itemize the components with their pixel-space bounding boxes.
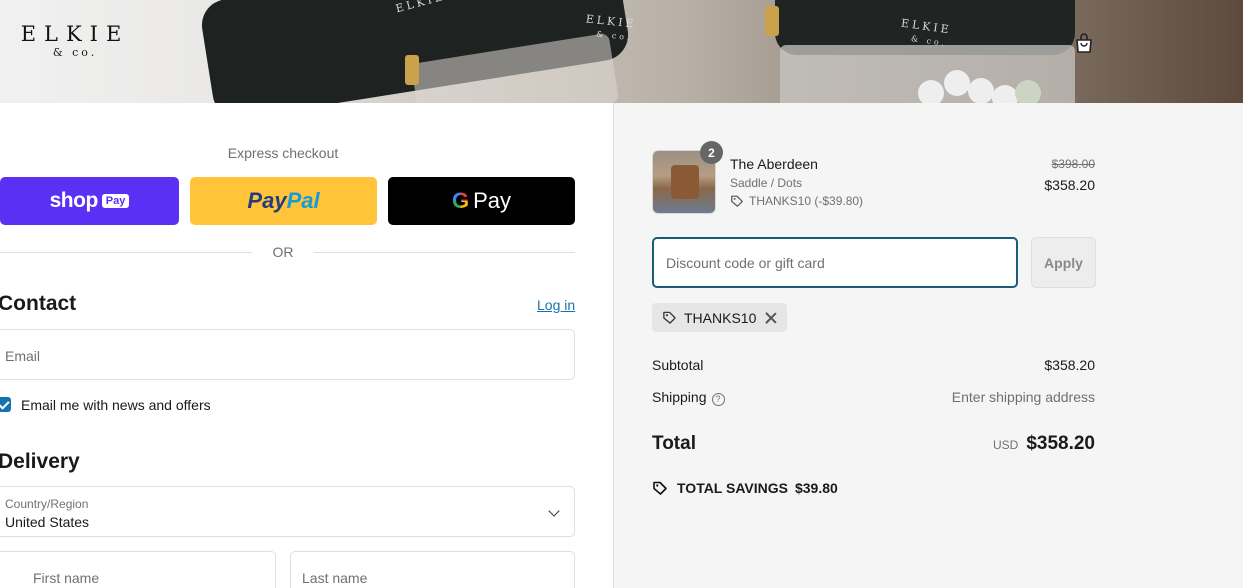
store-logo[interactable]: ELKIE & co.	[16, 22, 134, 59]
apply-discount-button[interactable]: Apply	[1031, 237, 1096, 288]
order-summary: 2 The Aberdeen Saddle / Dots THANKS10 (-…	[613, 103, 1243, 588]
discount-code-input[interactable]: Discount code or gift card	[652, 237, 1018, 288]
email-field[interactable]: Email	[0, 329, 575, 380]
shipping-value: Enter shipping address	[951, 389, 1095, 405]
quantity-badge: 2	[700, 141, 723, 164]
tag-icon	[731, 195, 743, 207]
shipping-label: Shipping?	[652, 389, 725, 406]
hero-header: ELKIE & co. ELKIE & co. ELKIE ELKIE & co.	[0, 0, 1243, 103]
news-offers-label: Email me with news and offers	[21, 397, 211, 413]
shopping-bag-icon[interactable]	[1073, 32, 1095, 54]
google-g-icon: G	[451, 188, 470, 213]
total-savings: TOTAL SAVINGS $39.80	[652, 480, 838, 496]
discounted-price: $358.20	[1044, 177, 1095, 193]
chevron-down-icon	[548, 505, 560, 517]
google-pay-button[interactable]: G Pay	[388, 177, 575, 225]
original-price: $398.00	[1051, 157, 1095, 171]
news-offers-checkbox[interactable]	[0, 397, 11, 412]
shop-pay-button[interactable]: shop Pay	[0, 177, 179, 225]
total-amount: $358.20	[1026, 433, 1095, 454]
help-icon[interactable]: ?	[711, 393, 725, 406]
first-name-field[interactable]: First name	[0, 551, 276, 588]
delivery-heading: Delivery	[0, 450, 80, 473]
currency-code: USD	[992, 438, 1019, 452]
remove-discount-icon[interactable]	[765, 312, 777, 324]
contact-heading: Contact	[0, 292, 77, 315]
tag-icon	[653, 481, 667, 495]
login-link[interactable]: Log in	[537, 297, 575, 313]
paypal-button[interactable]: PayPal	[190, 177, 377, 225]
tag-icon	[663, 311, 676, 324]
checkout-form: Express checkout shop Pay PayPal G Pay OR…	[0, 103, 613, 588]
subtotal-value: $358.20	[1044, 357, 1095, 373]
or-divider-label: OR	[260, 244, 306, 260]
product-discount: THANKS10 (-$39.80)	[730, 194, 863, 208]
last-name-field[interactable]: Last name	[290, 551, 575, 588]
total-value: USD $358.20	[993, 433, 1095, 455]
country-region-select[interactable]: Country/Region United States	[0, 486, 575, 537]
divider	[314, 252, 575, 253]
divider	[0, 252, 252, 253]
applied-discount-chip: THANKS10	[652, 303, 788, 332]
total-label: Total	[652, 433, 696, 454]
product-variant: Saddle / Dots	[730, 176, 803, 190]
subtotal-label: Subtotal	[652, 357, 704, 373]
express-checkout-label: Express checkout	[227, 145, 339, 161]
product-name: The Aberdeen	[730, 156, 818, 172]
